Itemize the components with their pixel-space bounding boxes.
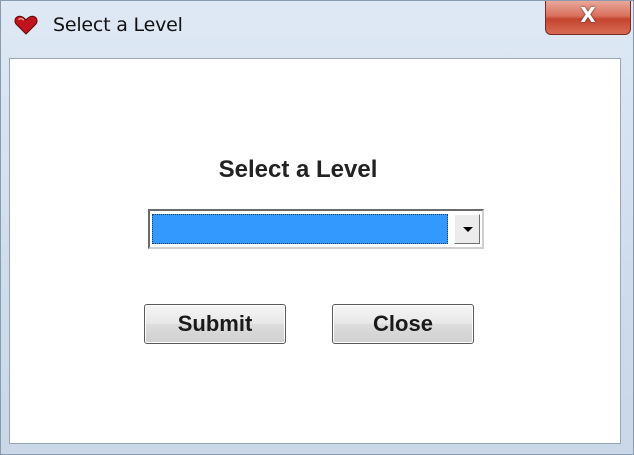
dialog-window: Select a Level X Select a Level Submit C…: [0, 0, 634, 455]
level-dropdown-toggle[interactable]: [454, 214, 480, 244]
close-icon: X: [580, 3, 596, 27]
dialog-body: Select a Level Submit Close: [9, 58, 621, 444]
submit-button[interactable]: Submit: [144, 304, 286, 344]
close-button[interactable]: Close: [332, 304, 474, 344]
title-bar[interactable]: Select a Level X: [1, 1, 633, 51]
window-title: Select a Level: [53, 14, 183, 36]
dialog-heading: Select a Level: [218, 156, 378, 183]
level-dropdown[interactable]: [148, 209, 484, 249]
chevron-down-icon: [463, 227, 473, 232]
window-close-button[interactable]: X: [545, 1, 631, 35]
heart-icon: [14, 14, 38, 36]
level-dropdown-selected[interactable]: [152, 214, 448, 244]
